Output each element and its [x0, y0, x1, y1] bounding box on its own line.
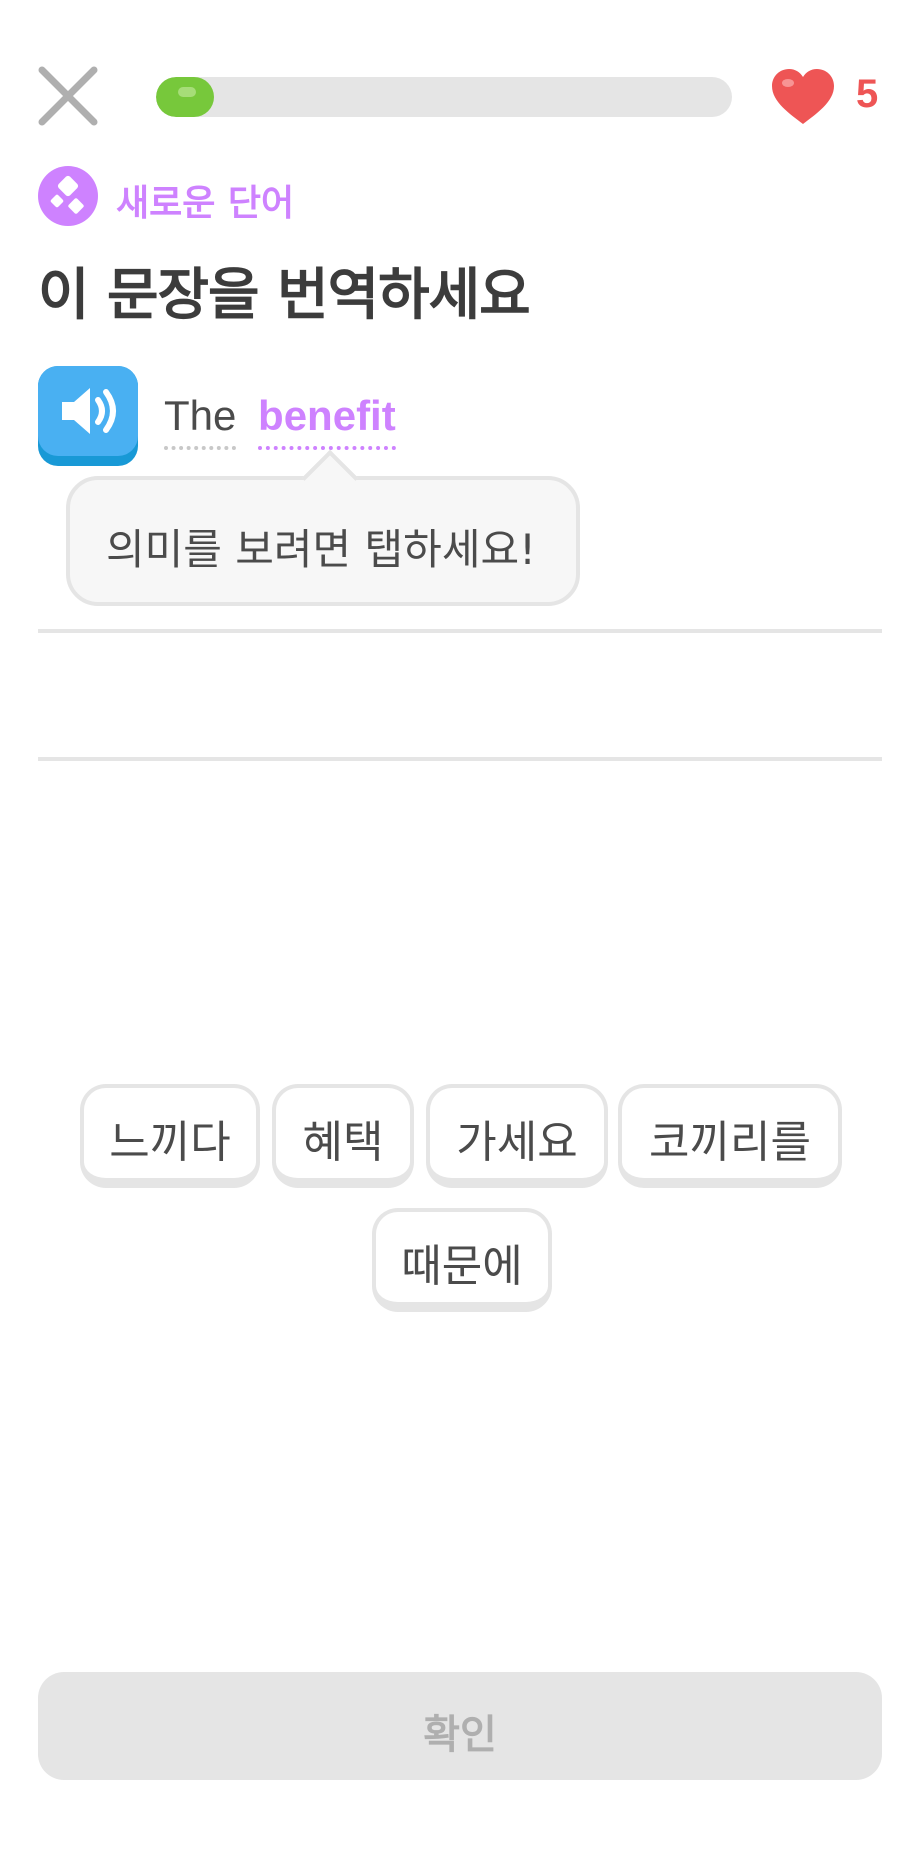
close-button[interactable] — [38, 66, 98, 126]
close-icon — [38, 66, 98, 126]
new-word-icon — [38, 166, 98, 226]
check-button-label: 확인 — [423, 1712, 497, 1758]
word-tile[interactable]: 혜택 — [272, 1084, 414, 1188]
hint-tooltip: 의미를 보려면 탭하세요! — [66, 449, 580, 606]
page-title: 이 문장을 번역하세요 — [38, 263, 531, 328]
play-audio-button[interactable] — [38, 366, 138, 466]
tooltip-text: 의미를 보려면 탭하세요! — [106, 525, 536, 574]
progress-shine — [178, 87, 196, 97]
sentence-word-new[interactable]: benefit — [258, 392, 396, 450]
check-button[interactable]: 확인 — [38, 1672, 882, 1780]
new-word-label: 새로운 단어 — [116, 183, 295, 224]
word-tile[interactable]: 느끼다 — [80, 1084, 260, 1188]
hearts-count: 5 — [856, 72, 879, 116]
answer-line — [38, 757, 882, 761]
prompt-sentence: The benefit — [164, 392, 406, 450]
heart-icon — [772, 69, 834, 124]
word-tile[interactable]: 때문에 — [372, 1208, 552, 1312]
play-audio-face — [38, 366, 138, 456]
word-tile[interactable]: 코끼리를 — [618, 1084, 842, 1188]
progress-fill — [156, 77, 214, 117]
speaker-icon — [62, 388, 116, 434]
top-bar: 5 — [0, 0, 922, 190]
sentence-word[interactable]: The — [164, 392, 237, 450]
progress-bar — [156, 77, 732, 117]
tooltip-arrow — [301, 449, 359, 507]
hearts-counter[interactable]: 5 — [770, 68, 910, 128]
answer-line — [38, 629, 882, 633]
word-tile[interactable]: 가세요 — [426, 1084, 608, 1188]
